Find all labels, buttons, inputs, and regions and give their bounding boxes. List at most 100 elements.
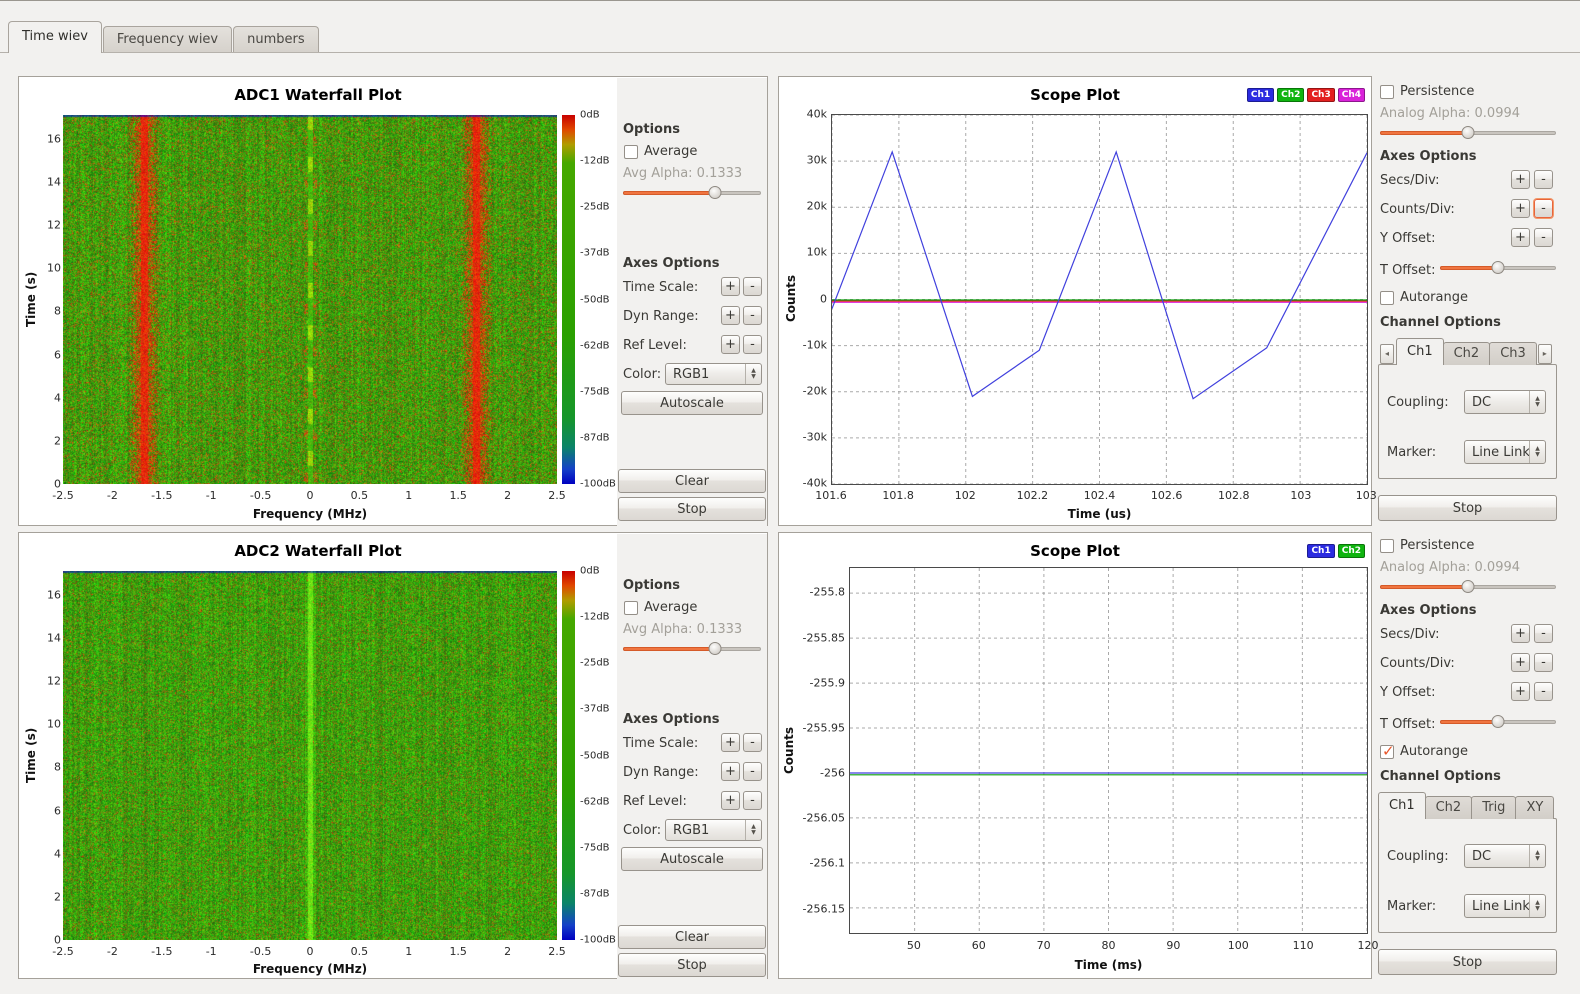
scope2-counts-div-plus-button[interactable]: + [1511, 653, 1530, 672]
adc2-color-combo[interactable]: RGB1 ▲▼ [665, 819, 762, 841]
channel-tab-ch2[interactable]: Ch2 [1425, 796, 1473, 819]
adc1-ref-level-plus-button[interactable]: + [721, 335, 740, 354]
adc2-dyn-range-plus-button[interactable]: + [721, 762, 740, 781]
scope2-channel-tabs: Ch1Ch2TrigXY [1378, 792, 1557, 819]
channel-tab-ch1[interactable]: Ch1 [1378, 792, 1426, 819]
slider-fill [1380, 131, 1468, 135]
x-tick-label: 0.5 [351, 945, 369, 958]
adc1-color-combo-value: RGB1 [673, 364, 709, 384]
scope1-autorange-row[interactable]: Autorange [1380, 290, 1468, 305]
adc2-average-checkbox[interactable] [624, 601, 638, 615]
x-tick-label: -1 [206, 945, 217, 958]
colorbar-tick-label: -12dB [580, 612, 610, 623]
adc2-average-row[interactable]: Average [624, 600, 697, 615]
adc1-dyn-range-minus-button[interactable]: - [743, 306, 762, 325]
adc2-clear-button[interactable]: Clear [618, 925, 766, 949]
scope1-analog-alpha-slider[interactable] [1380, 126, 1556, 139]
slider-handle[interactable] [1492, 261, 1505, 274]
slider-handle[interactable] [709, 186, 722, 199]
adc1-average-row[interactable]: Average [624, 144, 697, 159]
adc2-color-combo-value: RGB1 [673, 820, 709, 840]
adc2-ref-level-plus-button[interactable]: + [721, 791, 740, 810]
adc1-time-scale-minus-button[interactable]: - [743, 277, 762, 296]
colorbar-tick-label: -100dB [580, 479, 616, 490]
scope1-y-offset-minus-button[interactable]: - [1534, 228, 1553, 247]
channel-tab-xy[interactable]: XY [1515, 796, 1554, 819]
scope1-secs-div-minus-button[interactable]: - [1534, 170, 1553, 189]
combo-spinner-icon[interactable]: ▲▼ [745, 364, 761, 384]
adc2-x-ticks: -2.5-2-1.5-1-0.500.511.522.5 [63, 945, 557, 958]
adc1-dyn-range-plus-button[interactable]: + [721, 306, 740, 325]
y-tick-label: -256 [791, 767, 845, 780]
channel-tab-ch2[interactable]: Ch2 [1443, 342, 1491, 365]
scope2-counts-div-minus-button[interactable]: - [1534, 653, 1553, 672]
channel-tabs-left-arrow[interactable]: ◂ [1380, 344, 1394, 364]
scope1-autorange-checkbox[interactable] [1380, 291, 1394, 305]
slider-handle[interactable] [1492, 715, 1505, 728]
scope1-secs-div-plus-button[interactable]: + [1511, 170, 1530, 189]
scope2-autorange-row[interactable]: Autorange [1380, 744, 1468, 759]
channel-tab-trig[interactable]: Trig [1471, 796, 1516, 819]
scope1-y-offset-label: Y Offset: [1380, 231, 1436, 246]
scope1-persistence-row[interactable]: Persistence [1380, 84, 1474, 99]
channel-tabs-right-arrow[interactable]: ▸ [1538, 344, 1552, 364]
scope2-persistence-checkbox[interactable] [1380, 539, 1394, 553]
slider-handle[interactable] [709, 642, 722, 655]
scope2-secs-div-plus-button[interactable]: + [1511, 624, 1530, 643]
scope1-control-panel: Persistence Analog Alpha: 0.0994 Axes Op… [1378, 76, 1557, 526]
adc2-time-scale-plus-button[interactable]: + [721, 733, 740, 752]
scope1-t-offset-slider[interactable] [1440, 261, 1556, 274]
scope1-counts-div-minus-button[interactable]: - [1534, 199, 1553, 218]
legend-badge-ch4: Ch4 [1338, 88, 1365, 102]
scope2-secs-div-minus-button[interactable]: - [1534, 624, 1553, 643]
adc2-waterfall-canvas[interactable] [63, 571, 557, 940]
slider-handle[interactable] [1462, 126, 1475, 139]
adc1-waterfall-title: ADC1 Waterfall Plot [19, 86, 617, 104]
adc2-time-scale-minus-button[interactable]: - [743, 733, 762, 752]
adc2-dyn-range-minus-button[interactable]: - [743, 762, 762, 781]
adc2-x-axis-label: Frequency (MHz) [63, 962, 557, 976]
adc2-avg-alpha-slider[interactable] [623, 642, 761, 655]
slider-handle[interactable] [1462, 580, 1475, 593]
adc2-stop-button[interactable]: Stop [618, 953, 766, 977]
combo-spinner-icon[interactable]: ▲▼ [745, 820, 761, 840]
scope1-autorange-label: Autorange [1400, 290, 1468, 305]
x-tick-label: 102.6 [1151, 489, 1183, 502]
scope2-t-offset-label: T Offset: [1380, 717, 1436, 732]
channel-tab-ch3[interactable]: Ch3 [1489, 342, 1537, 365]
tab-time-view[interactable]: Time wiev [8, 21, 102, 53]
scope2-plot[interactable] [850, 568, 1367, 933]
scope2-t-offset-slider[interactable] [1440, 715, 1556, 728]
tab-numbers[interactable]: numbers [233, 26, 319, 53]
channel-tab-ch1[interactable]: Ch1 [1396, 338, 1444, 365]
colorbar-tick-label: 0dB [580, 566, 600, 577]
scope1-y-offset-plus-button[interactable]: + [1511, 228, 1530, 247]
scope1-stop-button[interactable]: Stop [1378, 495, 1557, 521]
tab-frequency-view[interactable]: Frequency wiev [103, 26, 232, 53]
adc1-autoscale-button[interactable]: Autoscale [621, 391, 763, 415]
adc2-ref-level-minus-button[interactable]: - [743, 791, 762, 810]
scope1-counts-div-plus-button[interactable]: + [1511, 199, 1530, 218]
adc1-stop-button[interactable]: Stop [618, 497, 766, 521]
scope2-y-offset-minus-button[interactable]: - [1534, 682, 1553, 701]
adc1-avg-alpha-slider[interactable] [623, 186, 761, 199]
adc1-time-scale-label: Time Scale: [623, 280, 698, 295]
scope2-stop-button[interactable]: Stop [1378, 949, 1557, 975]
adc1-clear-button[interactable]: Clear [618, 469, 766, 493]
scope1-plot[interactable] [832, 115, 1367, 484]
scope2-analog-alpha-slider[interactable] [1380, 580, 1556, 593]
adc2-autoscale-button[interactable]: Autoscale [621, 847, 763, 871]
adc1-color-combo[interactable]: RGB1 ▲▼ [665, 363, 762, 385]
x-tick-label: -2.5 [52, 489, 73, 502]
scope1-persistence-checkbox[interactable] [1380, 85, 1394, 99]
colorbar-tick-label: 0dB [580, 110, 600, 121]
scope2-control-panel: Persistence Analog Alpha: 0.0994 Axes Op… [1378, 530, 1557, 979]
adc1-average-checkbox[interactable] [624, 145, 638, 159]
scope2-y-offset-plus-button[interactable]: + [1511, 682, 1530, 701]
adc1-ref-level-minus-button[interactable]: - [743, 335, 762, 354]
adc1-time-scale-plus-button[interactable]: + [721, 277, 740, 296]
adc2-ref-level-label: Ref Level: [623, 794, 687, 809]
scope2-persistence-row[interactable]: Persistence [1380, 538, 1474, 553]
scope2-autorange-checkbox[interactable] [1380, 745, 1394, 759]
adc1-waterfall-canvas[interactable] [63, 115, 557, 484]
